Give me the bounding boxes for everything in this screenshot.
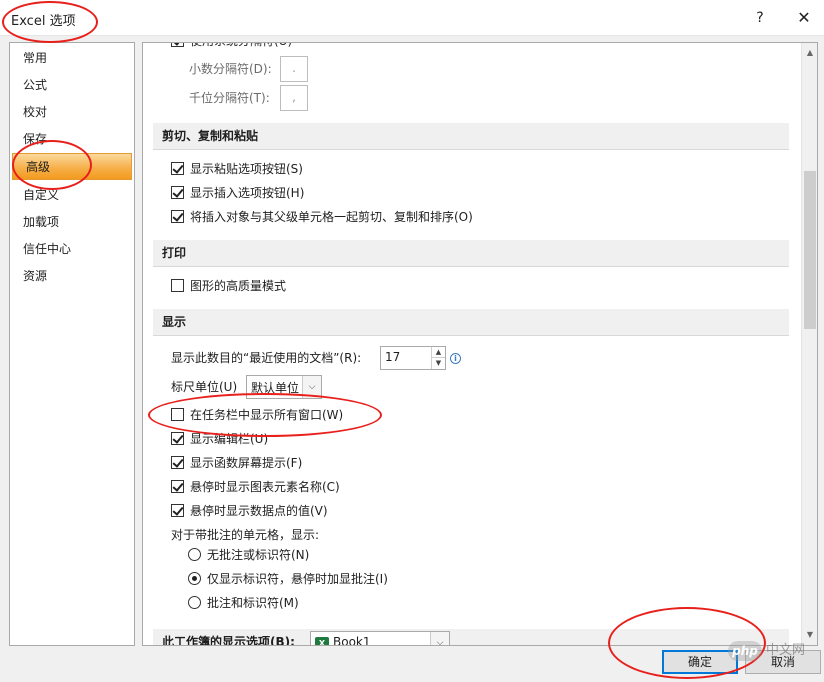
indicators-only-radio[interactable] [188,572,201,585]
ruler-units-label: 标尺单位(U) [171,380,238,394]
spin-up-icon[interactable]: ▲ [432,347,445,358]
recent-docs-label: 显示此数目的“最近使用的文档”(R): [171,351,362,365]
thousands-separator-label: 千位分隔符(T): [189,91,270,105]
thousands-separator-input[interactable]: , [280,85,308,111]
vertical-scrollbar[interactable]: ▲ ▼ [801,43,817,645]
sidebar-item-formulas[interactable]: 公式 [10,72,134,99]
scrollbar-thumb[interactable] [804,171,816,329]
insert-options-checkbox[interactable] [171,186,184,199]
show-chart-element-names-checkbox[interactable] [171,480,184,493]
paste-options-checkbox[interactable] [171,162,184,175]
decimal-separator-label: 小数分隔符(D): [189,62,272,76]
section-print: 打印 [153,240,789,267]
close-button[interactable]: ✕ [791,7,817,29]
ruler-units-dropdown[interactable]: 默认单位 ⌵ [246,375,322,399]
watermark-site-text: 中文网 [766,643,806,658]
ruler-units-value: 默认单位 [251,381,300,395]
comments-display-label: 对于带批注的单元格，显示: [171,528,320,542]
use-system-separators-checkbox[interactable] [171,43,184,47]
decimal-separator-input[interactable]: . [280,56,308,82]
section-cut-copy-paste: 剪切、复制和粘贴 [153,123,789,150]
no-comments-radio[interactable] [188,548,201,561]
php-logo: php [728,641,762,661]
chevron-down-icon[interactable]: ⌵ [430,632,449,645]
show-all-windows-taskbar-checkbox[interactable] [171,408,184,421]
settings-panel: 使用系统分隔符(U) 小数分隔符(D): . 千位分隔符(T): , 剪切、复制… [142,42,818,646]
sidebar-item-save[interactable]: 保存 [10,126,134,153]
watermark: php 中文网 [728,637,818,673]
sidebar-item-proofing[interactable]: 校对 [10,99,134,126]
cut-copy-sort-objects-checkbox[interactable] [171,210,184,223]
category-sidebar: 常用 公式 校对 保存 高级 自定义 加载项 信任中心 资源 [9,42,135,646]
settings-content: 使用系统分隔符(U) 小数分隔符(D): . 千位分隔符(T): , 剪切、复制… [143,43,801,645]
help-button[interactable]: ? [747,7,773,29]
recent-docs-stepper[interactable]: 17 ▲ ▼ [380,346,446,370]
high-quality-graphics-checkbox[interactable] [171,279,184,292]
sidebar-item-resources[interactable]: 资源 [10,263,134,290]
recent-docs-spin-buttons: ▲ ▼ [431,347,445,369]
show-formula-bar-checkbox[interactable] [171,432,184,445]
sidebar-item-advanced[interactable]: 高级 [12,153,132,180]
section-workbook-display: 此工作簿的显示选项(B): [153,629,789,645]
recent-docs-value: 17 [385,350,401,364]
chevron-down-icon[interactable]: ⌵ [302,376,321,398]
scroll-up-icon[interactable]: ▲ [802,45,817,61]
sidebar-item-trust-center[interactable]: 信任中心 [10,236,134,263]
spin-down-icon[interactable]: ▼ [432,358,445,369]
title-bar: Excel 选项 ? ✕ [0,0,824,36]
show-data-point-values-checkbox[interactable] [171,504,184,517]
window-title: Excel 选项 [11,14,76,29]
sidebar-item-addins[interactable]: 加载项 [10,209,134,236]
section-display: 显示 [153,309,789,336]
show-function-tooltips-checkbox[interactable] [171,456,184,469]
ok-button[interactable]: 确定 [662,650,738,674]
sidebar-item-common[interactable]: 常用 [10,45,134,72]
comments-and-indicators-radio[interactable] [188,596,201,609]
info-icon[interactable]: i [450,353,461,364]
sidebar-item-customize[interactable]: 自定义 [10,182,134,209]
workbook-select-dropdown[interactable]: X Book1 ⌵ [310,631,450,645]
excel-workbook-icon: X [315,637,329,645]
workbook-select-value: Book1 [333,635,371,645]
